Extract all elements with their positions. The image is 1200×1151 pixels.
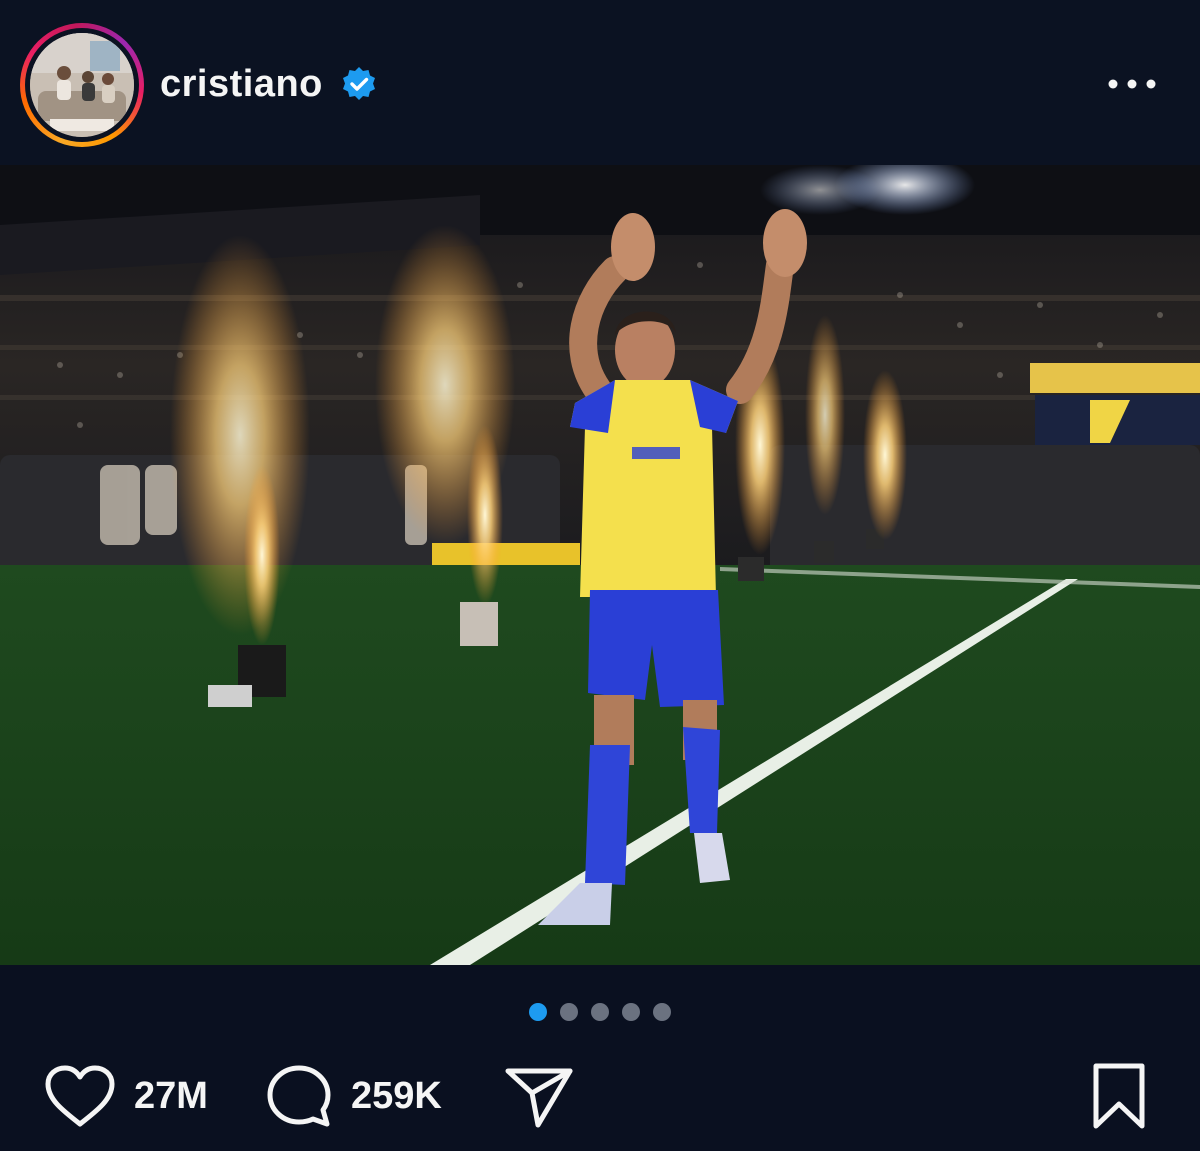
heart-icon <box>45 1065 115 1127</box>
post-photo[interactable] <box>0 165 1200 965</box>
more-options-icon <box>1108 79 1156 89</box>
avatar-photo <box>30 33 134 137</box>
username[interactable]: cristiano <box>160 63 323 106</box>
like-button[interactable]: 27M <box>42 1060 208 1132</box>
carousel-dot-1[interactable] <box>529 1003 547 1021</box>
stadium-scene-image <box>0 165 1200 965</box>
carousel-indicator <box>0 1003 1200 1023</box>
story-ring[interactable] <box>20 23 144 147</box>
verified-badge-icon <box>341 66 377 102</box>
like-count[interactable]: 27M <box>134 1075 208 1118</box>
post-header: cristiano <box>0 0 1200 165</box>
save-button[interactable] <box>1088 1060 1150 1132</box>
carousel-dot-5[interactable] <box>653 1003 671 1021</box>
comment-bubble-icon <box>267 1065 331 1127</box>
share-button[interactable] <box>502 1060 576 1132</box>
carousel-dot-4[interactable] <box>622 1003 640 1021</box>
profile-avatar[interactable] <box>30 33 134 137</box>
send-icon <box>505 1068 573 1128</box>
more-options-button[interactable] <box>1100 64 1164 104</box>
comment-count[interactable]: 259K <box>351 1075 442 1118</box>
carousel-dot-3[interactable] <box>591 1003 609 1021</box>
comment-button[interactable]: 259K <box>263 1060 442 1132</box>
bookmark-icon <box>1093 1063 1145 1129</box>
carousel-dot-2[interactable] <box>560 1003 578 1021</box>
post-actions-bar: 27M 259K <box>0 1060 1200 1132</box>
